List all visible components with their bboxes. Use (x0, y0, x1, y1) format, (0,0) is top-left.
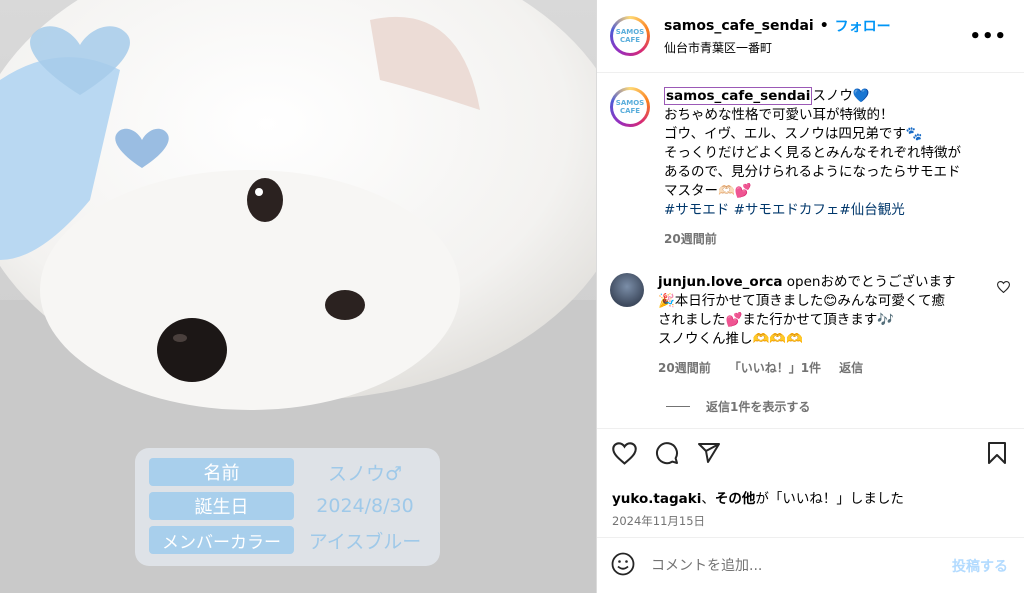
comment-line: openおめでとうございます (786, 274, 956, 290)
comment-time[interactable]: 20週間前 (658, 359, 711, 378)
comment-reply-button[interactable]: 返信 (839, 359, 863, 378)
caption-line: あるので、見分けられるようになったらサモエド (664, 164, 961, 180)
avatar-logo-text: SAMOS CAFE (613, 90, 647, 124)
dog-eye-left (247, 178, 283, 222)
comments-section[interactable]: SAMOS CAFE samos_cafe_sendai スノウ💙 おちゃめな性格… (597, 73, 1024, 428)
comment-line: 🎉本日行かせて頂きました😊みんな可愛くて癒 (658, 293, 945, 309)
comment-like-count[interactable]: 「いいね！」1件 (729, 359, 821, 378)
post-header: SAMOS CAFE samos_cafe_sendai • フォロー 仙台市青… (597, 0, 1024, 73)
info-row-birthday: 誕生日 2024/8/30 (149, 492, 426, 520)
account-avatar[interactable]: SAMOS CAFE (610, 16, 650, 56)
like-heart-icon[interactable] (612, 441, 637, 469)
comment-line: されました💕また行かせて頂きます🎶 (658, 312, 895, 328)
caption-hashtags[interactable]: #サモエド #サモエドカフェ#仙台観光 (664, 201, 1010, 220)
comment-bubble-icon[interactable] (655, 441, 679, 469)
caption: SAMOS CAFE samos_cafe_sendai スノウ💙 おちゃめな性格… (610, 87, 1010, 249)
comment-item: junjun.love_orca openおめでとうございます 🎉本日行かせて頂… (610, 273, 1011, 378)
dog-nose (157, 318, 227, 382)
view-replies-button[interactable]: 返信1件を表示する (666, 398, 1010, 415)
post-date[interactable]: 2024年11月15日 (612, 513, 1008, 529)
post-comment-button[interactable]: 投稿する (952, 556, 1008, 576)
info-label: 名前 (149, 458, 294, 486)
likes-summary[interactable]: yuko.tagaki、その他が「いいね！」しました (612, 487, 1008, 507)
caption-line: マスター🫶🏻💕 (664, 183, 752, 199)
comment-username[interactable]: junjun.love_orca (658, 274, 782, 290)
caption-username[interactable]: samos_cafe_sendai (664, 87, 813, 105)
info-row-name: 名前 スノウ♂ (149, 458, 426, 486)
liked-suffix: が「いいね！」しました (755, 491, 904, 507)
caption-line: ゴウ、イヴ、エル、スノウは四兄弟です🐾 (664, 126, 923, 142)
liked-by-user[interactable]: yuko.tagaki (612, 491, 701, 507)
separator-dot: • (819, 18, 829, 34)
info-label: 誕生日 (149, 492, 294, 520)
info-value: 2024/8/30 (316, 495, 414, 517)
info-value: アイスブルー (308, 530, 422, 553)
info-value: スノウ♂ (327, 462, 403, 485)
save-bookmark-icon[interactable] (986, 441, 1008, 469)
comment-input[interactable] (649, 556, 952, 575)
commenter-avatar[interactable] (610, 273, 644, 307)
comment-like-heart-icon[interactable] (996, 281, 1011, 378)
header-username[interactable]: samos_cafe_sendai (664, 18, 814, 34)
share-paper-plane-icon[interactable] (697, 441, 721, 469)
avatar-logo-text: SAMOS CAFE (613, 19, 647, 53)
post-side-panel: SAMOS CAFE samos_cafe_sendai • フォロー 仙台市青… (596, 0, 1024, 593)
replies-divider-line (666, 406, 690, 407)
liked-separator: 、 (701, 491, 715, 507)
caption-time[interactable]: 20週間前 (664, 230, 717, 249)
caption-avatar[interactable]: SAMOS CAFE (610, 87, 650, 127)
header-text: samos_cafe_sendai • フォロー 仙台市青葉区一番町 (664, 16, 965, 56)
info-row-member-color: メンバーカラー アイスブルー (149, 526, 426, 554)
dog-eye-right (325, 290, 365, 320)
liked-by-others[interactable]: その他 (715, 491, 756, 507)
comment-line: スノウくん推し🫶🫶🫶 (658, 331, 803, 347)
emoji-smiley-icon[interactable] (611, 552, 635, 580)
more-options-icon[interactable]: ••• (965, 26, 1011, 47)
add-comment-bar: 投稿する (597, 537, 1024, 593)
location-link[interactable]: 仙台市青葉区一番町 (664, 39, 965, 56)
caption-line: そっくりだけどよく見るとみんなそれぞれ特徴が (664, 145, 961, 161)
info-label: メンバーカラー (149, 526, 294, 554)
profile-info-card: 名前 スノウ♂ 誕生日 2024/8/30 メンバーカラー アイスブルー (135, 448, 440, 566)
caption-line: おちゃめな性格で可愛い耳が特徴的！ (664, 107, 894, 123)
action-bar: yuko.tagaki、その他が「いいね！」しました 2024年11月15日 (597, 428, 1024, 529)
caption-line: スノウ💙 (812, 88, 870, 104)
post-photo[interactable]: 名前 スノウ♂ 誕生日 2024/8/30 メンバーカラー アイスブルー (0, 0, 596, 593)
follow-button[interactable]: フォロー (835, 16, 891, 36)
view-replies-label: 返信1件を表示する (706, 400, 811, 414)
